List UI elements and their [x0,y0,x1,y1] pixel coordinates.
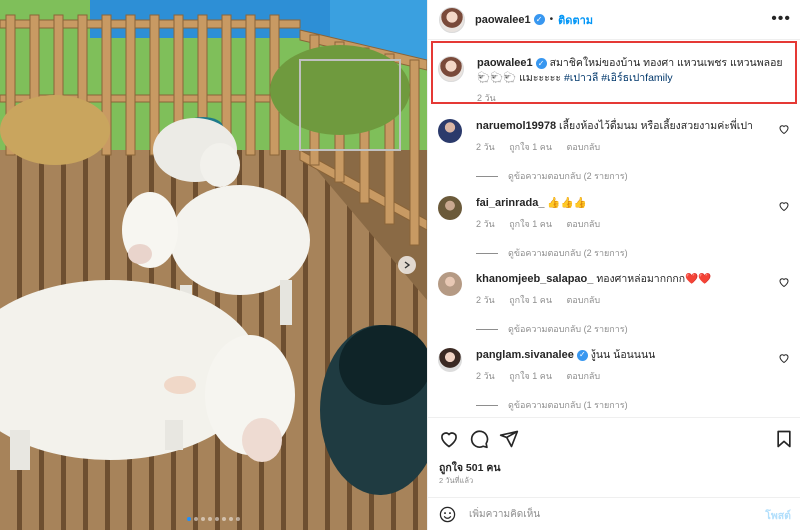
replies-line [476,252,498,254]
verified-badge-icon: ✓ [576,349,588,361]
comment-body: 👍👍👍 [547,197,587,209]
post-side-panel: paowalee1 ✓ • ติดตาม ••• paowalee1 ✓ สมาช… [427,0,800,530]
author-username[interactable]: paowalee1 [475,14,531,26]
bookmark-icon[interactable] [774,429,794,449]
sheep-pen-image [0,0,427,530]
emoji-icon[interactable] [439,506,456,523]
comment-body: ทองศาหล่อมากกกก❤️❤️ [596,273,712,285]
post-comment-button[interactable]: โพสต์ [765,507,791,524]
view-replies-button[interactable]: ดูข้อความตอบกลับ (2 รายการ) [476,169,628,183]
post-photo [0,0,427,530]
carousel-dot[interactable] [215,517,219,521]
view-replies-button[interactable]: ดูข้อความตอบกลับ (2 รายการ) [476,322,628,336]
reply-button[interactable]: ตอบกลับ [567,142,601,152]
action-bar [428,417,800,460]
comment-likes[interactable]: ถูกใจ 1 คน [509,219,552,229]
caption-emoji: 🐑🐑🐑 [477,72,517,84]
chevron-right-icon [404,261,411,269]
commenter-avatar[interactable] [438,119,462,143]
comment-bubble-icon[interactable] [469,429,489,449]
comment-meta: 2 วัน ถูกใจ 1 คน ตอบกลับ [476,293,612,307]
caption-text: paowalee1 ✓ สมาชิคใหม่ของบ้าน ทองศา แหวนเ… [477,56,789,86]
carousel-dot[interactable] [201,517,205,521]
like-count[interactable]: ถูกใจ 501 คน [439,459,501,476]
view-replies-label: ดูข้อความตอบกลับ (2 รายการ) [508,171,628,181]
reply-button[interactable]: ตอบกลับ [567,295,601,305]
caption-avatar[interactable] [438,56,464,82]
comment-meta: 2 วัน ถูกใจ 1 คน ตอบกลับ [476,140,612,154]
view-replies-label: ดูข้อความตอบกลับ (1 รายการ) [508,400,628,410]
replies-line [476,328,498,330]
caption-body: สมาชิคใหม่ของบ้าน ทองศา แหวนเพชร แหวนพลอ… [549,57,783,69]
hashtag-link[interactable]: #เอิร์ธเปาfamily [601,72,672,84]
carousel-dot[interactable] [194,517,198,521]
commenter-username[interactable]: khanomjeeb_salapao_ [476,273,593,285]
comment-time: 2 วัน [476,219,495,229]
reply-button[interactable]: ตอบกลับ [567,371,601,381]
comment-time: 2 วัน [476,295,495,305]
follow-button[interactable]: ติดตาม [558,11,593,29]
carousel-dots [0,517,427,521]
hashtag-link[interactable]: #เปาวลี [564,72,598,84]
carousel-dot[interactable] [236,517,240,521]
commenter-username[interactable]: naruemol19978 [476,120,556,132]
comment-time: 2 วัน [476,142,495,152]
caption-body-2: แมะะะะะ [519,72,562,84]
header-separator: • [549,14,554,25]
author-avatar[interactable] [439,6,465,33]
comment-meta: 2 วัน ถูกใจ 1 คน ตอบกลับ [476,217,612,231]
commenter-username[interactable]: fai_arinrada_ [476,197,544,209]
carousel-dot[interactable] [222,517,226,521]
caption-time: 2 วัน [477,93,496,103]
comment-text: naruemol19978 เลี้ยงห้องไว้ดื่มนม หรือเล… [476,119,766,133]
comment-body: เลี้ยงห้องไว้ดื่มนม หรือเลี้ยงสวยงามค่ะพ… [559,120,753,132]
view-replies-button[interactable]: ดูข้อความตอบกลับ (2 รายการ) [476,246,628,260]
view-replies-label: ดูข้อความตอบกลับ (2 รายการ) [508,324,628,334]
heart-icon[interactable] [778,200,790,212]
heart-icon[interactable] [778,123,790,135]
add-comment-bar: โพสต์ [428,497,800,530]
commenter-avatar[interactable] [438,348,462,372]
comment-text: fai_arinrada_ 👍👍👍 [476,196,766,210]
replies-line [476,404,498,406]
commenter-avatar[interactable] [438,196,462,220]
commenter-avatar[interactable] [438,272,462,296]
heart-icon[interactable] [778,276,790,288]
like-heart-icon[interactable] [439,429,459,449]
replies-line [476,175,498,177]
comment-likes[interactable]: ถูกใจ 1 คน [509,371,552,381]
commenter-username[interactable]: panglam.sivanalee [476,349,574,361]
verified-badge-icon: ✓ [535,57,547,69]
comment-input[interactable] [469,506,749,523]
comment-body: งู้นน น้อนนนน [590,349,656,361]
view-replies-label: ดูข้อความตอบกลับ (2 รายการ) [508,248,628,258]
carousel-dot[interactable] [208,517,212,521]
heart-icon[interactable] [778,352,790,364]
more-options-icon[interactable]: ••• [771,11,791,27]
post-header: paowalee1 ✓ • ติดตาม ••• [428,0,800,40]
comment-meta: 2 วัน ถูกใจ 1 คน ตอบกลับ [476,369,612,383]
reply-button[interactable]: ตอบกลับ [567,219,601,229]
view-replies-button[interactable]: ดูข้อความตอบกลับ (1 รายการ) [476,398,628,412]
comment-likes[interactable]: ถูกใจ 1 คน [509,295,552,305]
carousel-dot[interactable] [187,517,191,521]
post-date: 2 วันที่แล้ว [439,476,474,485]
comment-likes[interactable]: ถูกใจ 1 คน [509,142,552,152]
comment-time: 2 วัน [476,371,495,381]
caption-username[interactable]: paowalee1 [477,57,533,69]
share-send-icon[interactable] [499,429,519,449]
carousel-dot[interactable] [229,517,233,521]
comment-text: khanomjeeb_salapao_ ทองศาหล่อมากกกก❤️❤️ [476,272,766,286]
verified-badge-icon: ✓ [533,14,545,25]
comment-text: panglam.sivanalee ✓ งู้นน น้อนนนน [476,348,766,362]
carousel-next-button[interactable] [398,256,416,274]
